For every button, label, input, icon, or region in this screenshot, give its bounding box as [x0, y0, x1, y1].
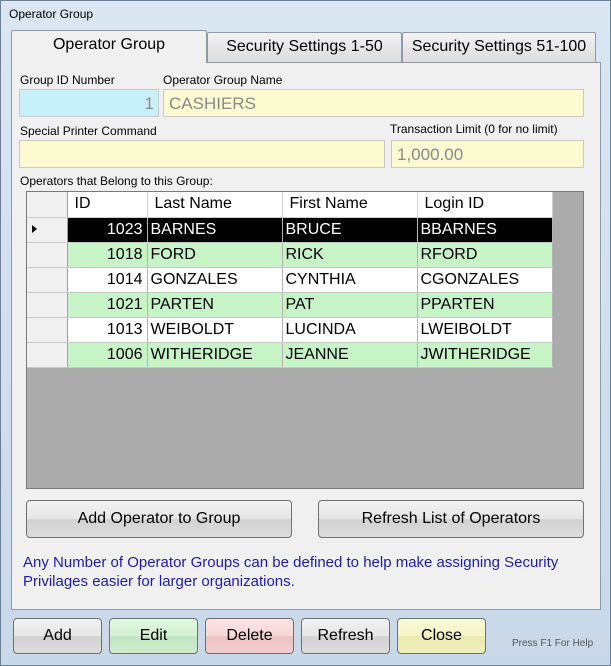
table-row[interactable]: 1014 GONZALES CYNTHIA CGONZALES [27, 267, 553, 293]
cell-id[interactable]: 1014 [67, 267, 148, 293]
group-name-label: Operator Group Name [163, 73, 283, 87]
operator-group-panel: Group ID Number 1 Operator Group Name CA… [11, 62, 601, 610]
edit-button[interactable]: Edit [109, 618, 198, 654]
cell-login-id[interactable]: BBARNES [417, 217, 553, 243]
column-header-id[interactable]: ID [67, 192, 148, 218]
tab-strip: Operator Group Security Settings 1-50 Se… [11, 30, 601, 63]
row-selector[interactable] [27, 242, 68, 268]
cell-last-name[interactable]: GONZALES [147, 267, 283, 293]
window-title: Operator Group [9, 7, 94, 21]
column-header-last-name[interactable]: Last Name [147, 192, 283, 218]
row-selector[interactable] [27, 317, 68, 343]
add-button[interactable]: Add [13, 618, 102, 654]
row-selector[interactable] [27, 342, 68, 368]
column-header-first-name[interactable]: First Name [282, 192, 418, 218]
cell-id[interactable]: 1021 [67, 292, 148, 318]
refresh-button[interactable]: Refresh [301, 618, 390, 654]
cell-last-name[interactable]: PARTEN [147, 292, 283, 318]
cell-id[interactable]: 1006 [67, 342, 148, 368]
transaction-limit-label: Transaction Limit (0 for no limit) [390, 122, 558, 136]
cell-login-id[interactable]: PPARTEN [417, 292, 553, 318]
help-hint: Press F1 For Help [512, 638, 594, 649]
row-header-corner [27, 192, 68, 218]
printer-command-field[interactable] [19, 140, 385, 168]
table-row[interactable]: 1023 BARNES BRUCE BBARNES [27, 217, 553, 243]
cell-first-name[interactable]: BRUCE [282, 217, 418, 243]
cell-last-name[interactable]: WITHERIDGE [147, 342, 283, 368]
refresh-operators-button[interactable]: Refresh List of Operators [318, 500, 584, 538]
group-name-field[interactable]: CASHIERS [163, 89, 584, 117]
table-row[interactable]: 1006 WITHERIDGE JEANNE JWITHERIDGE [27, 342, 553, 368]
cell-first-name[interactable]: LUCINDA [282, 317, 418, 343]
cell-login-id[interactable]: JWITHERIDGE [417, 342, 553, 368]
cell-login-id[interactable]: RFORD [417, 242, 553, 268]
table-row[interactable]: 1013 WEIBOLDT LUCINDA LWEIBOLDT [27, 317, 553, 343]
current-row-arrow-icon [32, 225, 37, 234]
cell-last-name[interactable]: WEIBOLDT [147, 317, 283, 343]
cell-last-name[interactable]: FORD [147, 242, 283, 268]
cell-first-name[interactable]: PAT [282, 292, 418, 318]
group-id-field[interactable]: 1 [19, 89, 159, 117]
operator-group-window: Operator Group Operator Group Security S… [0, 0, 611, 666]
delete-button[interactable]: Delete [205, 618, 294, 654]
table-row[interactable]: 1021 PARTEN PAT PPARTEN [27, 292, 553, 318]
cell-first-name[interactable]: JEANNE [282, 342, 418, 368]
cell-login-id[interactable]: LWEIBOLDT [417, 317, 553, 343]
grid-header-row: ID Last Name First Name Login ID [27, 192, 553, 218]
transaction-limit-field[interactable]: 1,000.00 [391, 140, 584, 168]
cell-login-id[interactable]: CGONZALES [417, 267, 553, 293]
column-header-login-id[interactable]: Login ID [417, 192, 553, 218]
cell-first-name[interactable]: RICK [282, 242, 418, 268]
printer-command-label: Special Printer Command [20, 124, 157, 138]
tab-operator-group[interactable]: Operator Group [11, 30, 207, 63]
group-id-label: Group ID Number [20, 73, 115, 87]
close-button[interactable]: Close [397, 618, 486, 654]
info-note: Any Number of Operator Groups can be def… [23, 554, 559, 590]
tab-security-settings-1-50[interactable]: Security Settings 1-50 [207, 32, 402, 62]
add-operator-to-group-button[interactable]: Add Operator to Group [26, 500, 292, 538]
cell-last-name[interactable]: BARNES [147, 217, 283, 243]
cell-id[interactable]: 1018 [67, 242, 148, 268]
cell-id[interactable]: 1013 [67, 317, 148, 343]
row-selector[interactable] [27, 267, 68, 293]
operators-table: ID Last Name First Name Login ID 1023 BA… [27, 192, 553, 368]
table-row[interactable]: 1018 FORD RICK RFORD [27, 242, 553, 268]
tab-security-settings-51-100[interactable]: Security Settings 51-100 [402, 32, 596, 62]
operators-list-label: Operators that Belong to this Group: [20, 174, 213, 188]
operators-grid[interactable]: ID Last Name First Name Login ID 1023 BA… [26, 191, 584, 489]
row-selector[interactable] [27, 292, 68, 318]
row-selector[interactable] [27, 217, 68, 243]
cell-id[interactable]: 1023 [67, 217, 148, 243]
cell-first-name[interactable]: CYNTHIA [282, 267, 418, 293]
